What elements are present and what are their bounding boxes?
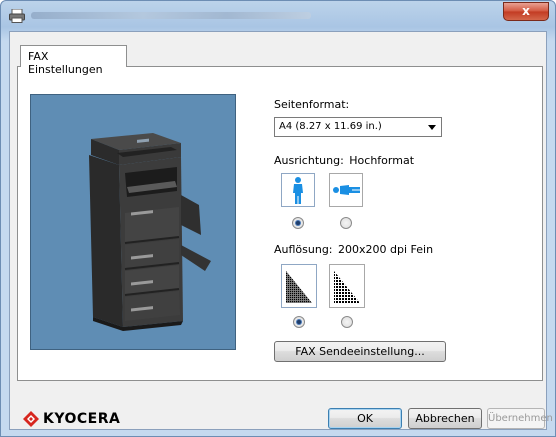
portrait-option[interactable] xyxy=(281,173,315,207)
apply-button[interactable]: Übernehmen xyxy=(487,408,553,429)
brand-name: KYOCERA xyxy=(43,411,121,427)
fine-resolution-option[interactable] xyxy=(281,264,317,308)
resolution-value: 200x200 dpi Fein xyxy=(338,243,434,256)
landscape-person-icon xyxy=(333,185,360,195)
normal-resolution-icon xyxy=(334,271,360,303)
ok-button[interactable]: OK xyxy=(328,408,402,429)
window-title-redacted xyxy=(31,12,311,19)
fine-resolution-icon xyxy=(286,271,312,303)
landscape-radio[interactable] xyxy=(340,217,352,229)
device-preview xyxy=(30,94,236,350)
normal-resolution-option[interactable] xyxy=(329,264,365,308)
chevron-down-icon[interactable] xyxy=(428,125,436,130)
title-bar[interactable]: x xyxy=(1,1,555,31)
fine-resolution-radio[interactable] xyxy=(293,316,305,328)
close-button[interactable]: x xyxy=(503,2,549,21)
multifunction-printer-image xyxy=(89,133,211,331)
page-format-select[interactable]: A4 (8.27 x 11.69 in.) xyxy=(274,117,442,137)
page-format-label: Seitenformat: xyxy=(274,98,350,111)
orientation-label-text: Ausrichtung: xyxy=(274,154,344,167)
dialog-window: x FAX Einstellungen Seitenformat: A4 (8.… xyxy=(0,0,556,437)
kyocera-logo-mark-icon xyxy=(23,411,39,427)
orientation-value: Hochformat xyxy=(349,154,415,167)
resolution-label-text: Auflösung: xyxy=(274,243,333,256)
kyocera-logo: KYOCERA xyxy=(23,410,120,428)
resolution-label: Auflösung: 200x200 dpi Fein xyxy=(274,243,433,256)
portrait-radio[interactable] xyxy=(292,217,304,229)
tab-fax-settings[interactable]: FAX Einstellungen xyxy=(20,45,127,76)
landscape-option[interactable] xyxy=(329,173,363,207)
dialog-client-area: FAX Einstellungen Seitenformat: A4 (8.27… xyxy=(9,31,553,430)
printer-icon xyxy=(9,9,25,23)
portrait-person-icon xyxy=(293,177,303,204)
cancel-button[interactable]: Abbrechen xyxy=(408,408,482,429)
orientation-label: Ausrichtung: Hochformat xyxy=(274,154,414,167)
page-format-value: A4 (8.27 x 11.69 in.) xyxy=(279,121,382,132)
normal-resolution-radio[interactable] xyxy=(341,316,353,328)
fax-send-settings-button[interactable]: FAX Sendeeinstellung... xyxy=(274,341,446,362)
